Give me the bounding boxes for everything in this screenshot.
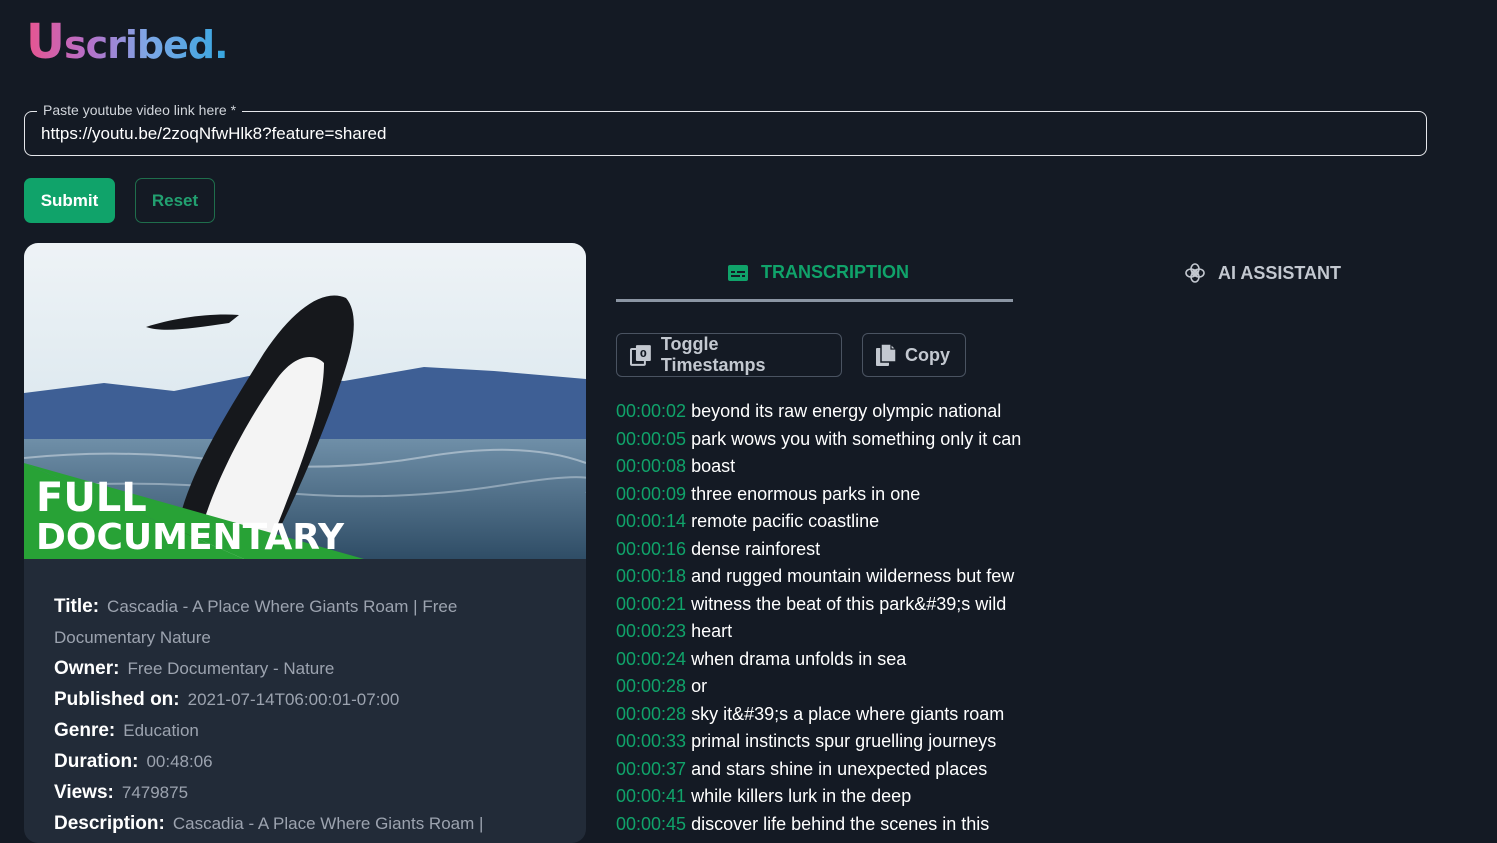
tab-ai-assistant-label: AI ASSISTANT [1218,262,1342,283]
transcript-text: primal instincts spur gruelling journeys [691,731,997,751]
app-logo[interactable]: Uscribed. [26,14,228,70]
timestamp[interactable]: 00:00:37 [616,759,686,779]
meta-published-key: Published on: [54,689,180,710]
video-thumbnail[interactable]: FULL DOCUMENTARY [24,243,586,559]
meta-views-key: Views: [54,782,114,803]
meta-duration-value: 00:48:06 [146,752,213,771]
meta-description-key: Description: [54,813,165,834]
transcript-line: 00:00:28 or [616,673,1076,701]
transcript-line: 00:00:33 primal instincts spur gruelling… [616,728,1076,756]
active-tab-indicator [616,299,1013,302]
meta-owner-value: Free Documentary - Nature [127,659,335,678]
timestamp[interactable]: 00:00:08 [616,456,686,476]
tab-transcription[interactable]: TRANSCRIPTION [727,262,909,283]
transcript-line: 00:00:02 beyond its raw energy olympic n… [616,398,1076,426]
toggle-timestamps-button[interactable]: 0 Toggle Timestamps [616,333,842,377]
transcript-text: while killers lurk in the deep [691,786,912,806]
timestamp[interactable]: 00:00:23 [616,621,686,641]
copy-icon [876,343,897,366]
timestamp[interactable]: 00:00:28 [616,676,686,696]
transcript-line: 00:00:09 three enormous parks in one [616,481,1076,509]
meta-genre: Genre: Education [54,715,524,746]
toggle-timestamps-label: Toggle Timestamps [660,334,766,375]
transcript-line: 00:00:37 and stars shine in unexpected p… [616,756,1076,784]
transcript-text: sky it&#39;s a place where giants roam [691,703,1005,724]
ai-knot-icon [1185,263,1205,283]
timestamp-toggle-icon: 0 [629,345,651,366]
transcript-line: 00:00:41 while killers lurk in the deep [616,783,1076,811]
copy-label: Copy [905,344,950,365]
meta-views: Views: 7479875 [54,777,524,808]
timestamp[interactable]: 00:00:21 [616,594,686,614]
transcript-line: 00:00:14 remote pacific coastline [616,508,1076,536]
transcript-text: remote pacific coastline [691,511,880,531]
meta-title-key: Title: [54,596,100,617]
meta-description-value: Cascadia - A Place Where Giants Roam | [172,814,484,833]
transcript-list: 00:00:02 beyond its raw energy olympic n… [616,398,1076,838]
meta-duration: Duration: 00:48:06 [54,746,524,777]
transcript-line: 00:00:24 when drama unfolds in sea [616,646,1076,674]
transcript-text: beyond its raw energy olympic national [691,401,1002,421]
subtitles-icon [728,264,748,281]
transcript-line: 00:00:45 discover life behind the scenes… [616,811,1076,839]
meta-description: Description: Cascadia - A Place Where Gia… [54,808,524,839]
transcript-line: 00:00:05 park wows you with something on… [616,426,1076,454]
svg-text:0: 0 [640,349,647,360]
transcript-text: and stars shine in unexpected places [691,758,988,779]
meta-published-value: 2021-07-14T06:00:01-07:00 [187,690,400,709]
video-info-card: FULL DOCUMENTARY Title: Cascadia - A Plac… [24,243,586,843]
timestamp[interactable]: 00:00:18 [616,566,686,586]
transcript-line: 00:00:18 and rugged mountain wilderness … [616,563,1076,591]
meta-published: Published on: 2021-07-14T06:00:01-07:00 [54,684,524,715]
transcript-text: boast [691,456,736,476]
timestamp[interactable]: 00:00:45 [616,814,686,834]
transcript-text: dense rainforest [691,538,821,559]
meta-genre-key: Genre: [54,720,116,741]
submit-button[interactable]: Submit [24,178,115,223]
timestamp[interactable]: 00:00:28 [616,704,686,724]
timestamp[interactable]: 00:00:14 [616,511,686,531]
transcript-text: discover life behind the scenes in this [691,813,990,834]
youtube-link-input[interactable] [41,124,1401,144]
meta-duration-key: Duration: [54,751,139,772]
timestamp[interactable]: 00:00:16 [616,539,686,559]
transcript-line: 00:00:28 sky it&#39;s a place where gian… [616,701,1076,729]
transcript-text: and rugged mountain wilderness but few [691,566,1015,586]
transcript-text: when drama unfolds in sea [691,648,907,669]
timestamp[interactable]: 00:00:33 [616,731,686,751]
timestamp[interactable]: 00:00:41 [616,786,686,806]
transcript-text: heart [691,621,733,641]
tab-ai-assistant[interactable]: AI ASSISTANT [1184,262,1341,284]
logo-initial: U [26,14,64,70]
timestamp[interactable]: 00:00:24 [616,649,686,669]
youtube-link-field[interactable]: Paste youtube video link here * [24,102,1427,156]
thumbnail-line2: DOCUMENTARY [36,517,345,558]
transcript-line: 00:00:23 heart [616,618,1076,646]
transcript-text: three enormous parks in one [691,483,921,504]
reset-button[interactable]: Reset [135,178,215,223]
meta-views-value: 7479875 [121,783,189,802]
transcript-text: or [691,676,708,696]
timestamp[interactable]: 00:00:05 [616,429,686,449]
transcript-line: 00:00:08 boast [616,453,1076,481]
meta-title-value: Cascadia - A Place Where Giants Roam | F… [54,597,458,647]
video-metadata: Title: Cascadia - A Place Where Giants Ro… [54,591,524,839]
timestamp[interactable]: 00:00:09 [616,484,686,504]
copy-button[interactable]: Copy [862,333,966,377]
timestamp[interactable]: 00:00:02 [616,401,686,421]
transcript-text: witness the beat of this park&#39;s wild [691,593,1007,614]
thumbnail-line1: FULL [36,475,147,521]
meta-genre-value: Education [123,721,199,740]
meta-title: Title: Cascadia - A Place Where Giants Ro… [54,591,524,653]
transcript-line: 00:00:21 witness the beat of this park&#… [616,591,1076,619]
transcript-text: park wows you with something only it can [691,428,1022,449]
tab-transcription-label: TRANSCRIPTION [761,262,909,282]
transcript-line: 00:00:16 dense rainforest [616,536,1076,564]
meta-owner: Owner: Free Documentary - Nature [54,653,524,684]
logo-rest: scribed. [63,23,228,67]
youtube-link-label: Paste youtube video link here * [37,102,243,118]
meta-owner-key: Owner: [54,658,120,679]
